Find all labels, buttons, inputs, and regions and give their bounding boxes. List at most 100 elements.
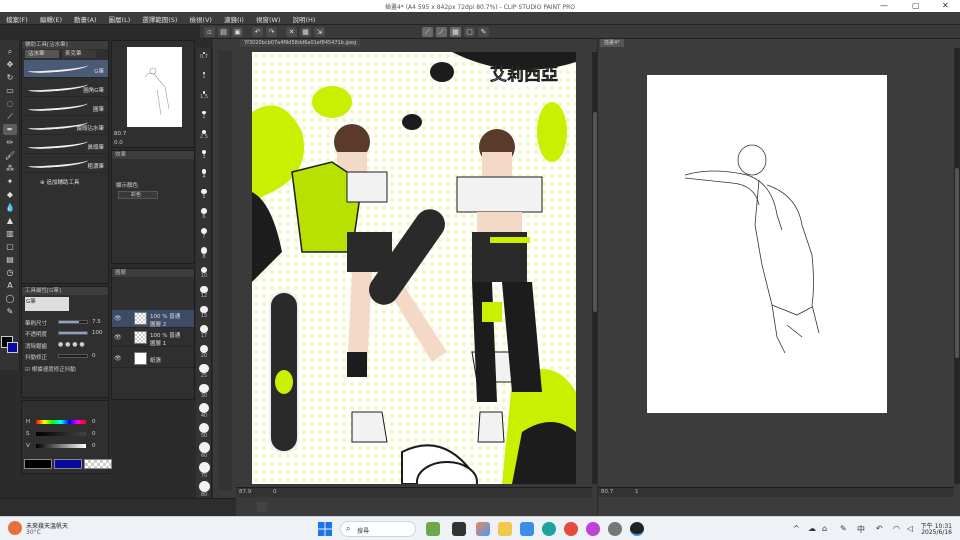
right-zoom-value[interactable]: 80.7 — [601, 489, 613, 495]
brush-item-thick-pen[interactable]: 粗濃筆 — [24, 155, 108, 173]
color-swatch-transparent[interactable] — [84, 459, 112, 469]
brush-size-item[interactable]: 4 — [197, 169, 211, 180]
brush-item-round-g-pen[interactable]: 圓角G筆 — [24, 79, 108, 97]
brush-size-item[interactable]: 50 — [197, 422, 211, 439]
brush-size-item[interactable]: 20 — [197, 344, 211, 359]
menu-filter[interactable]: 濾鏡(I) — [218, 12, 250, 24]
brush-size-item[interactable]: 5 — [197, 188, 211, 200]
menu-file[interactable]: 檔案(F) — [0, 12, 34, 24]
cmd-b-icon[interactable]: ✎ — [478, 27, 489, 37]
visibility-eye-icon[interactable]: 👁 — [114, 315, 122, 322]
left-rotation-value[interactable]: 0 — [273, 489, 277, 495]
balloon-tool-icon[interactable]: ◯ — [3, 293, 17, 304]
close-button[interactable]: ✕ — [942, 1, 949, 10]
visibility-eye-icon[interactable]: 👁 — [114, 334, 122, 341]
frame-tool-icon[interactable]: ▤ — [3, 254, 17, 265]
brush-size-item[interactable]: 17 — [197, 325, 211, 339]
color-mode-dropdown[interactable]: 彩色 — [118, 191, 158, 199]
undo-icon[interactable]: ↶ — [252, 27, 263, 37]
app-icon-purple[interactable] — [586, 522, 600, 536]
brush-size-item[interactable]: 3 — [197, 149, 211, 160]
eyedropper-tool-icon[interactable]: ⟋ — [3, 111, 17, 122]
saturation-slider[interactable] — [36, 432, 86, 436]
select-tool-icon[interactable]: ▭ — [3, 85, 17, 96]
decoration-tool-icon[interactable]: ✦ — [3, 176, 17, 187]
tray-chevron-icon[interactable]: ^ — [793, 524, 800, 533]
tab-reference-image[interactable]: 7f3020bcb07a4f9d58dd6a01ef845471b.jpeg — [240, 39, 361, 47]
clip-studio-icon[interactable] — [630, 522, 644, 536]
app-icon-gray[interactable] — [608, 522, 622, 536]
layer-row-2[interactable]: 👁 100 % 普通 圖層 2 — [112, 310, 194, 328]
menu-edit[interactable]: 編輯(E) — [34, 12, 68, 24]
brush-size-item[interactable]: 10 — [197, 266, 211, 279]
menu-window[interactable]: 視窗(W) — [250, 12, 287, 24]
open-file-icon[interactable]: ▤ — [218, 27, 229, 37]
transform-icon[interactable]: ⇲ — [314, 27, 325, 37]
brush-size-item[interactable]: 15 — [197, 305, 211, 319]
brush-size-item[interactable]: 12 — [197, 286, 211, 299]
widget-app-icon[interactable] — [426, 522, 440, 536]
weather-icon[interactable] — [8, 521, 22, 535]
move-tool-icon[interactable]: ✥ — [3, 59, 17, 70]
new-file-icon[interactable]: ▫ — [204, 27, 215, 37]
task-view-icon[interactable] — [452, 522, 466, 536]
brush-item-nose-pen[interactable]: 鼻頭筆 — [24, 136, 108, 154]
file-explorer-icon[interactable] — [498, 522, 512, 536]
rotate-tool-icon[interactable]: ↻ — [3, 72, 17, 83]
left-zoom-value[interactable]: 87.9 — [239, 489, 251, 495]
maximize-button[interactable]: ▢ — [912, 1, 920, 10]
panel-toggle-icon[interactable] — [257, 502, 267, 512]
pencil-tool-icon[interactable]: ✏ — [3, 137, 17, 148]
brush-size-slider[interactable] — [58, 320, 88, 324]
fill-tool-icon[interactable]: ▲ — [3, 215, 17, 226]
clock-date[interactable]: 2025/6/16 — [918, 529, 952, 536]
navigator-zoom[interactable]: 80.7 — [114, 131, 126, 137]
layer-row-paper[interactable]: 👁 紙張 — [112, 350, 194, 368]
drawing-canvas[interactable] — [647, 75, 887, 413]
opacity-slider[interactable] — [58, 331, 88, 335]
start-button-icon[interactable] — [318, 522, 332, 536]
tab-marker[interactable]: 麥克筆 — [62, 50, 96, 58]
clear-icon[interactable]: ✕ — [286, 27, 297, 37]
snap-ruler-icon[interactable]: ⟋ — [422, 27, 433, 37]
brush-size-item[interactable]: 0.7 — [197, 52, 211, 60]
save-icon[interactable]: ▣ — [232, 27, 243, 37]
wifi-icon[interactable]: ◠ — [893, 524, 900, 533]
figure-tool-icon[interactable]: ▢ — [3, 241, 17, 252]
brush-size-item[interactable]: 7 — [197, 227, 211, 240]
visibility-eye-icon[interactable]: 👁 — [114, 355, 122, 362]
brush-size-item[interactable]: 30 — [197, 383, 211, 399]
pen-icon[interactable]: ✎ — [840, 524, 847, 533]
hue-slider[interactable] — [36, 420, 86, 424]
chrome-icon[interactable] — [564, 522, 578, 536]
taskbar-search-box[interactable]: ⌕ 搜尋 — [340, 521, 416, 537]
brush-size-item[interactable]: 2.5 — [197, 130, 211, 140]
eraser-tool-icon[interactable]: ◆ — [3, 189, 17, 200]
antialias-options[interactable]: ● ● ● ● — [58, 341, 85, 348]
right-rotation-value[interactable]: 1 — [635, 489, 639, 495]
menu-layer[interactable]: 圖層(L) — [103, 12, 137, 24]
cmd-a-icon[interactable]: ▢ — [464, 27, 475, 37]
brush-item-round-pen[interactable]: 圓筆 — [24, 98, 108, 116]
cloud-icon[interactable]: ☁ — [808, 524, 816, 533]
undo-arrow-icon[interactable]: ↶ — [876, 524, 883, 533]
airbrush-tool-icon[interactable]: ⁂ — [3, 163, 17, 174]
brush-size-item[interactable]: 60 — [197, 442, 211, 459]
edge-icon[interactable] — [542, 522, 556, 536]
network-icon[interactable]: ⌂ — [822, 524, 827, 533]
menu-view[interactable]: 檢視(V) — [183, 12, 218, 24]
brush-size-item[interactable]: 1 — [197, 71, 211, 80]
brush-tool-icon[interactable]: 🖌 — [3, 150, 17, 161]
zoom-tool-icon[interactable]: ⌕ — [3, 46, 17, 57]
line-correction-tool-icon[interactable]: ✎ — [3, 306, 17, 317]
tab-pen[interactable]: 沾水筆 — [25, 50, 59, 58]
snap-special-ruler-icon[interactable]: ⟋ — [436, 27, 447, 37]
brush-size-item[interactable]: 8 — [197, 247, 211, 260]
brush-item-g-pen[interactable]: G筆 — [24, 60, 108, 78]
stabilization-slider[interactable] — [58, 354, 88, 358]
brush-item-lens-pen[interactable]: 鏡頭沾水筆 — [24, 117, 108, 135]
navigator-rotation[interactable]: 0.0 — [114, 140, 123, 146]
menu-animation[interactable]: 動畫(A) — [68, 12, 103, 24]
ruler-tool-icon[interactable]: ◷ — [3, 267, 17, 278]
brush-size-item[interactable]: 70 — [197, 461, 211, 479]
